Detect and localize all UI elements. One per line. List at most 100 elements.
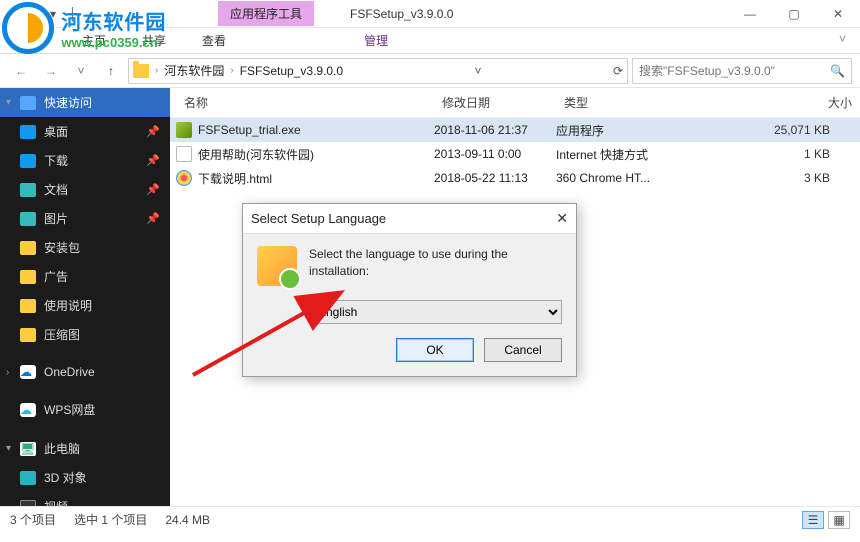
pin-icon: 📌 — [146, 183, 160, 196]
status-selected: 选中 1 个项目 — [74, 511, 147, 528]
file-row[interactable]: 下载说明.html 2018-05-22 11:13 360 Chrome HT… — [170, 166, 860, 190]
sidebar-item-label: 使用说明 — [44, 297, 92, 314]
dialog-text: Select the language to use during the in… — [309, 246, 562, 286]
file-name: FSFSetup_trial.exe — [198, 123, 301, 137]
file-type: 应用程序 — [556, 122, 692, 139]
chevron-right-icon: › — [230, 65, 233, 76]
breadcrumb[interactable]: › 河东软件园 › FSFSetup_v3.9.0.0 ˅ ⟳ — [128, 58, 628, 84]
column-headers: 名称 修改日期 类型 大小 — [170, 88, 860, 118]
tab-file[interactable]: 文件 — [8, 28, 60, 53]
language-dialog: Select Setup Language ✕ Select the langu… — [242, 203, 577, 377]
file-size: 1 KB — [692, 147, 860, 161]
address-bar: ← → ˅ ↑ › 河东软件园 › FSFSetup_v3.9.0.0 ˅ ⟳ … — [0, 54, 860, 88]
file-row[interactable]: FSFSetup_trial.exe 2018-11-06 21:37 应用程序… — [170, 118, 860, 142]
maximize-button[interactable]: ▢ — [772, 0, 816, 28]
sidebar-item-downloads[interactable]: 下载 📌 — [0, 146, 170, 175]
file-date: 2018-05-22 11:13 — [434, 171, 556, 185]
sidebar-item-label: 安装包 — [44, 239, 80, 256]
file-name: 下载说明.html — [198, 170, 272, 187]
exe-icon — [176, 122, 192, 138]
search-input[interactable] — [639, 64, 824, 78]
sidebar-item-label: 广告 — [44, 268, 68, 285]
recent-dropdown[interactable]: ˅ — [68, 58, 94, 84]
sidebar-item-3d[interactable]: 3D 对象 — [0, 463, 170, 492]
sidebar-item-documents[interactable]: 文档 📌 — [0, 175, 170, 204]
dropdown-icon[interactable]: ˅ — [475, 64, 482, 78]
folder-icon — [133, 64, 149, 78]
sidebar-item-videos[interactable]: 视频 — [0, 492, 170, 506]
file-date: 2018-11-06 21:37 — [434, 123, 556, 137]
file-size: 25,071 KB — [692, 123, 860, 137]
status-count: 3 个项目 — [10, 511, 56, 528]
tab-view[interactable]: 查看 — [188, 28, 240, 53]
window-title: FSFSetup_v3.9.0.0 — [350, 7, 453, 21]
tab-home[interactable]: 主页 — [68, 28, 120, 53]
sidebar-item-label: 下载 — [44, 152, 68, 169]
tab-manage[interactable]: 管理 — [350, 28, 402, 53]
col-date[interactable]: 修改日期 — [434, 94, 556, 111]
forward-button[interactable]: → — [38, 58, 64, 84]
sidebar-item-this-pc[interactable]: ▾🖥此电脑 — [0, 434, 170, 463]
sidebar-item-label: 快速访问 — [44, 94, 92, 111]
view-icons-button[interactable]: ▦ — [828, 511, 850, 529]
sidebar-item-label: 压缩图 — [44, 326, 80, 343]
sidebar-item-label: 文档 — [44, 181, 68, 198]
sidebar-item-zip[interactable]: 压缩图 — [0, 320, 170, 349]
crumb-parent[interactable]: 河东软件园 — [164, 62, 224, 79]
qat-divider: │ — [64, 5, 82, 23]
app-tools-context-tab[interactable]: 应用程序工具 — [218, 1, 314, 26]
search-icon[interactable]: 🔍 — [830, 64, 845, 78]
col-name[interactable]: 名称 — [176, 94, 434, 111]
nav-sidebar: ▾快速访问 桌面📌 下载 📌 文档 📌 图片 📌 安装包 广告 使用说明 压缩图 ›☁… — [0, 88, 170, 506]
crumb-current[interactable]: FSFSetup_v3.9.0.0 — [240, 64, 343, 78]
back-button[interactable]: ← — [8, 58, 34, 84]
file-type: 360 Chrome HT... — [556, 171, 692, 185]
pin-icon: 📌 — [146, 125, 160, 138]
sidebar-item-label: 图片 — [44, 210, 68, 227]
file-date: 2013-09-11 0:00 — [434, 147, 556, 161]
pin-icon: 📌 — [146, 154, 160, 167]
qat-item[interactable]: ▾ — [44, 5, 62, 23]
file-size: 3 KB — [692, 171, 860, 185]
sidebar-item-installer[interactable]: 安装包 — [0, 233, 170, 262]
file-row[interactable]: 使用帮助(河东软件园) 2013-09-11 0:00 Internet 快捷方… — [170, 142, 860, 166]
folder-icon: ▭ — [4, 5, 22, 23]
up-button[interactable]: ↑ — [98, 58, 124, 84]
sidebar-item-label: WPS网盘 — [44, 401, 95, 418]
file-name: 使用帮助(河东软件园) — [198, 146, 314, 163]
titlebar: ▭ ▫ ▾ │ 应用程序工具 FSFSetup_v3.9.0.0 — ▢ ✕ — [0, 0, 860, 28]
ribbon-tabs: 文件 主页 共享 查看 管理 ˅ — [0, 28, 860, 54]
sidebar-item-label: 此电脑 — [44, 440, 80, 457]
sidebar-item-quick-access[interactable]: ▾快速访问 — [0, 88, 170, 117]
qat-item[interactable]: ▫ — [24, 5, 42, 23]
search-box[interactable]: 🔍 — [632, 58, 852, 84]
url-icon — [176, 146, 192, 162]
sidebar-item-label: OneDrive — [44, 365, 95, 379]
sidebar-item-label: 3D 对象 — [44, 469, 87, 486]
dialog-titlebar: Select Setup Language ✕ — [243, 204, 576, 234]
status-size: 24.4 MB — [165, 513, 210, 527]
ok-button[interactable]: OK — [396, 338, 474, 362]
setup-icon — [257, 246, 297, 286]
cancel-button[interactable]: Cancel — [484, 338, 562, 362]
sidebar-item-ads[interactable]: 广告 — [0, 262, 170, 291]
chevron-right-icon: › — [155, 65, 158, 76]
minimize-button[interactable]: — — [728, 0, 772, 28]
col-type[interactable]: 类型 — [556, 94, 692, 111]
refresh-icon[interactable]: ⟳ — [613, 64, 623, 78]
sidebar-item-wps[interactable]: ☁WPS网盘 — [0, 395, 170, 424]
language-select[interactable]: English — [309, 300, 562, 324]
tab-share[interactable]: 共享 — [128, 28, 180, 53]
close-button[interactable]: ✕ — [816, 0, 860, 28]
view-details-button[interactable]: ☰ — [802, 511, 824, 529]
ribbon-collapse-icon[interactable]: ˅ — [825, 28, 860, 53]
sidebar-item-desktop[interactable]: 桌面📌 — [0, 117, 170, 146]
pin-icon: 📌 — [146, 212, 160, 225]
dialog-close-button[interactable]: ✕ — [556, 210, 568, 227]
sidebar-item-onedrive[interactable]: ›☁OneDrive — [0, 359, 170, 385]
sidebar-item-label: 视频 — [44, 498, 68, 506]
dialog-title: Select Setup Language — [251, 211, 386, 226]
sidebar-item-pictures[interactable]: 图片 📌 — [0, 204, 170, 233]
sidebar-item-manual[interactable]: 使用说明 — [0, 291, 170, 320]
col-size[interactable]: 大小 — [692, 94, 860, 111]
